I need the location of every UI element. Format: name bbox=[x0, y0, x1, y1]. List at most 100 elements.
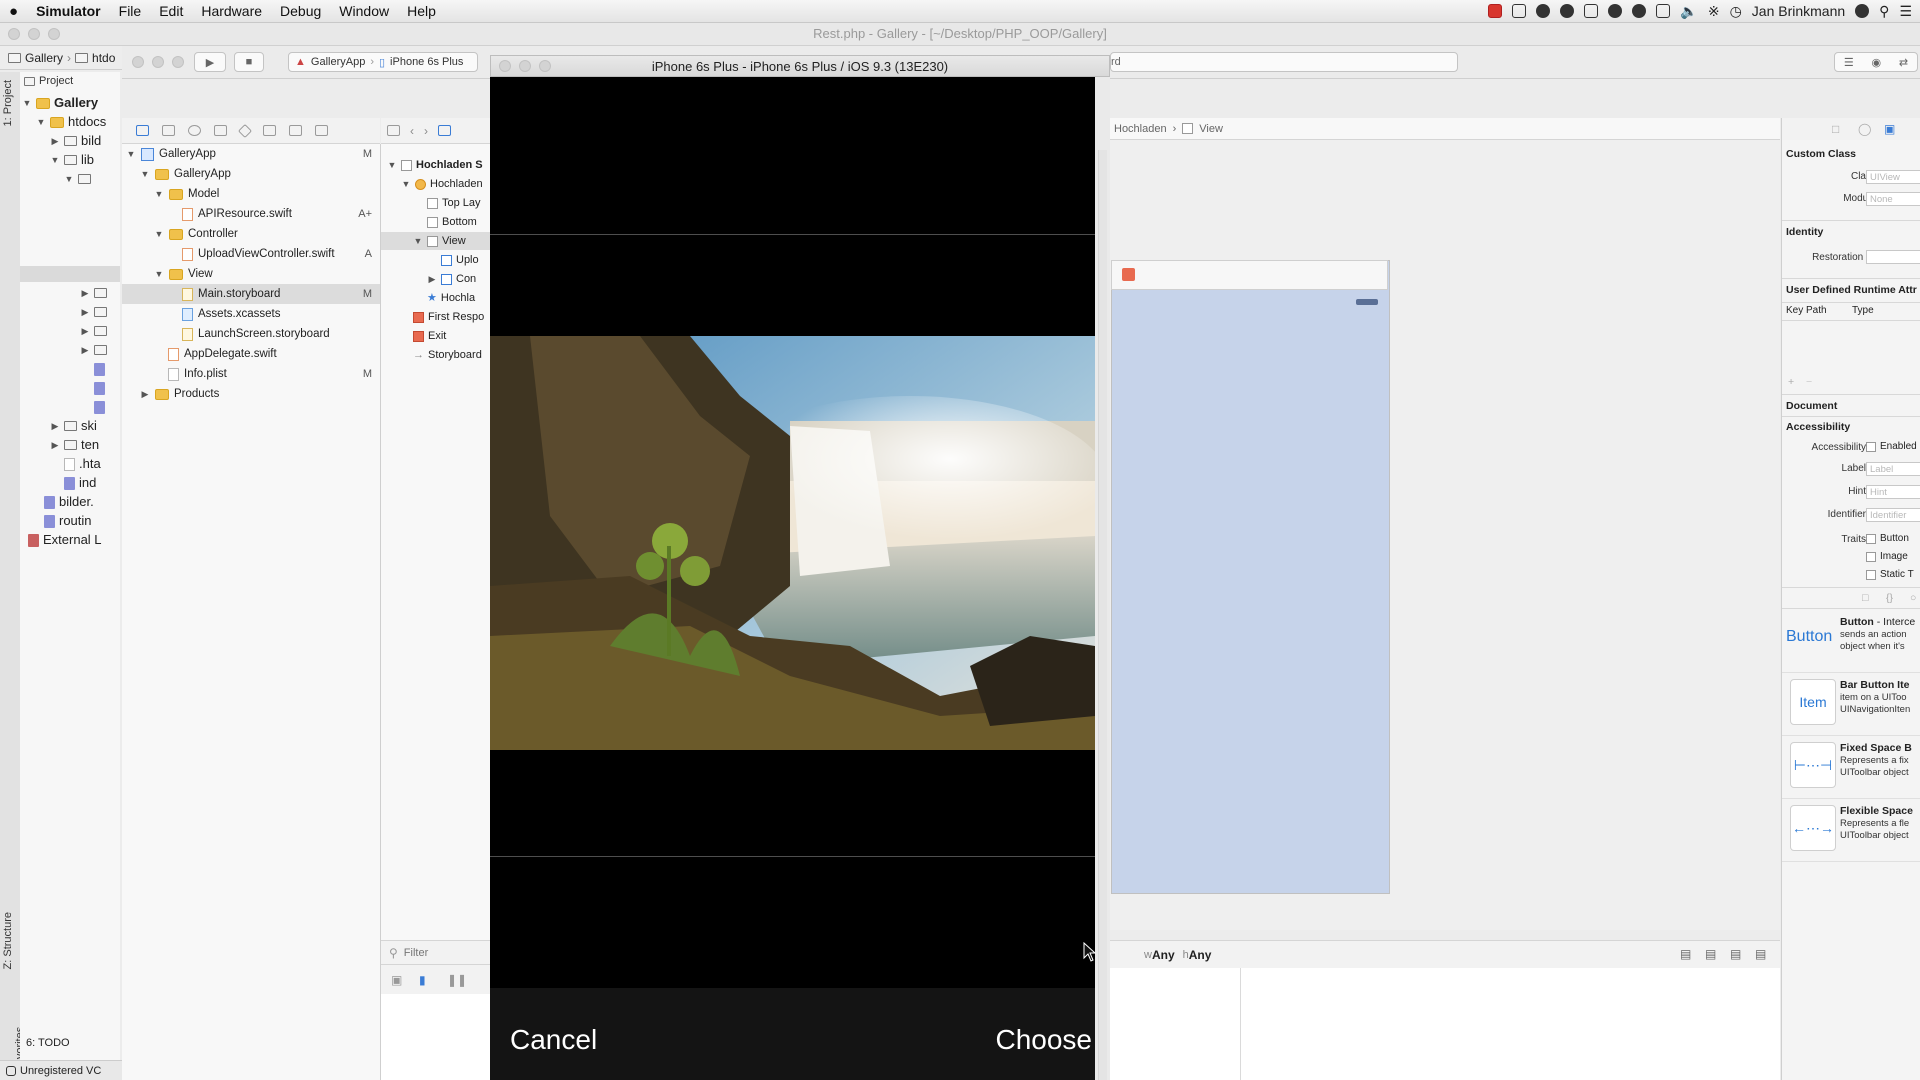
outline-row[interactable]: ★ Hochla bbox=[381, 289, 491, 307]
navigator-row[interactable]: APIResource.swift A+ bbox=[122, 204, 380, 224]
menu-simulator[interactable]: Simulator bbox=[27, 3, 110, 19]
navigator-row[interactable]: AppDelegate.swift bbox=[122, 344, 380, 364]
identity-inspector-icon[interactable]: ▣ bbox=[1884, 122, 1895, 136]
navigator-row-selected[interactable]: Main.storyboard M bbox=[122, 284, 380, 304]
find-navigator-icon[interactable] bbox=[188, 125, 201, 136]
minimize-button[interactable] bbox=[28, 28, 40, 40]
standard-editor-icon[interactable]: ☰ bbox=[1844, 56, 1854, 69]
help-inspector-icon[interactable]: ◯ bbox=[1858, 122, 1871, 136]
expand-right-icon[interactable]: ▶ bbox=[80, 303, 90, 321]
remove-icon[interactable]: − bbox=[1806, 376, 1812, 388]
scheme-selector[interactable]: ▲ GalleryApp › ▯ iPhone 6s Plus bbox=[288, 52, 478, 72]
module-field[interactable]: None bbox=[1866, 192, 1920, 206]
outline-row[interactable]: ▼ Hochladen bbox=[381, 175, 491, 193]
accessibility-label-field[interactable]: Label bbox=[1866, 462, 1920, 476]
expand-down-icon[interactable]: ▼ bbox=[154, 184, 164, 204]
expand-down-icon[interactable]: ▼ bbox=[126, 144, 136, 164]
tree-item[interactable]: ▶ bbox=[80, 303, 107, 321]
expand-right-icon[interactable]: ▶ bbox=[80, 341, 90, 359]
plus-icon[interactable] bbox=[1608, 4, 1623, 18]
code-snippet-icon[interactable]: {} bbox=[1886, 592, 1893, 604]
issue-navigator-icon[interactable] bbox=[214, 125, 227, 136]
apple-icon[interactable]: ● bbox=[0, 3, 27, 20]
spotlight-icon[interactable]: ⚲ bbox=[1879, 3, 1889, 20]
print-icon[interactable] bbox=[1656, 4, 1671, 18]
xcode-minimize-button[interactable] bbox=[152, 56, 164, 68]
tree-item[interactable]: ▼ bbox=[64, 170, 91, 188]
exit-icon[interactable] bbox=[1122, 268, 1135, 281]
cancel-button[interactable]: Cancel bbox=[510, 1024, 597, 1056]
tree-item[interactable]: ind bbox=[64, 474, 96, 492]
navigator-row[interactable]: LaunchScreen.storyboard bbox=[122, 324, 380, 344]
evernote-icon[interactable] bbox=[1584, 4, 1599, 18]
expand-right-icon[interactable]: ▶ bbox=[427, 270, 437, 288]
back-icon[interactable]: ‹ bbox=[410, 124, 414, 138]
tree-item[interactable]: ▶ ten bbox=[50, 436, 100, 454]
navigator-row[interactable]: ▼ GalleryApp bbox=[122, 164, 380, 184]
run-button[interactable]: ▶ bbox=[194, 52, 226, 72]
time-machine-icon[interactable]: ◷ bbox=[1730, 3, 1742, 20]
jumpbar-item-view[interactable]: View bbox=[1199, 123, 1223, 135]
accessibility-hint-field[interactable]: Hint bbox=[1866, 485, 1920, 499]
tab-structure[interactable]: Z: Structure bbox=[2, 912, 14, 969]
user-name[interactable]: Jan Brinkmann bbox=[1752, 3, 1845, 19]
hide-outline-icon[interactable]: ▣ bbox=[391, 973, 402, 987]
expand-down-icon[interactable]: ▼ bbox=[401, 175, 411, 193]
tree-item[interactable]: ▶ bbox=[80, 322, 107, 340]
expand-down-icon[interactable]: ▼ bbox=[413, 232, 423, 250]
align-icon[interactable]: ▤ bbox=[1705, 947, 1716, 961]
outline-row[interactable]: → Storyboard bbox=[381, 346, 491, 364]
expand-down-icon[interactable]: ▼ bbox=[50, 151, 60, 169]
choose-button[interactable]: Choose bbox=[995, 1024, 1092, 1056]
tree-item[interactable]: ▶ bbox=[80, 284, 107, 302]
storyboard-file-icon[interactable] bbox=[438, 125, 451, 136]
library-item-flexible-space[interactable]: ←⋯→ Flexible Space Represents a fle UIToo… bbox=[1782, 799, 1920, 862]
restoration-id-field[interactable] bbox=[1866, 250, 1920, 264]
zoom-button[interactable] bbox=[48, 28, 60, 40]
project-navigator-icon[interactable] bbox=[136, 125, 149, 136]
simulator-close-button[interactable] bbox=[499, 60, 511, 72]
outline-filter-input[interactable] bbox=[401, 945, 476, 960]
tree-item[interactable]: .hta bbox=[64, 455, 101, 473]
library-item-fixed-space[interactable]: ⊢⋯⊣ Fixed Space B Represents a fix UITool… bbox=[1782, 736, 1920, 799]
tag-icon[interactable]: ▮ bbox=[419, 973, 426, 987]
expand-down-icon[interactable]: ▼ bbox=[387, 156, 397, 174]
test-navigator-icon[interactable] bbox=[237, 123, 253, 138]
lock-icon[interactable] bbox=[1855, 4, 1870, 18]
navigator-row[interactable]: Info.plist M bbox=[122, 364, 380, 384]
trait-button-checkbox[interactable]: Button bbox=[1866, 533, 1909, 544]
tree-item[interactable] bbox=[94, 398, 105, 416]
trait-static-text-checkbox[interactable]: Static T bbox=[1866, 569, 1914, 580]
outline-row[interactable]: Top Lay bbox=[381, 194, 491, 212]
volume-icon[interactable]: 🔈 bbox=[1680, 3, 1697, 20]
menu-window[interactable]: Window bbox=[330, 3, 398, 19]
expand-right-icon[interactable]: ▶ bbox=[50, 436, 60, 454]
expand-right-icon[interactable]: ▶ bbox=[140, 384, 150, 404]
add-icon[interactable]: + bbox=[1788, 376, 1794, 388]
expand-right-icon[interactable]: ▶ bbox=[80, 284, 90, 302]
breadcrumb-htdocs[interactable]: htdo bbox=[92, 51, 115, 65]
jumpbar-item-scene[interactable]: Hochladen bbox=[1114, 123, 1167, 135]
grid-icon[interactable] bbox=[387, 125, 400, 136]
record-icon[interactable] bbox=[1488, 4, 1503, 18]
menu-hardware[interactable]: Hardware bbox=[192, 3, 271, 19]
tree-item[interactable]: ▶ ski bbox=[50, 417, 97, 435]
expand-down-icon[interactable]: ▼ bbox=[36, 113, 46, 131]
assistant-editor-icon[interactable]: ◉ bbox=[1872, 56, 1882, 69]
pin-icon[interactable]: ▤ bbox=[1730, 947, 1741, 961]
expand-down-icon[interactable]: ▼ bbox=[22, 94, 32, 112]
tree-item[interactable] bbox=[94, 360, 105, 378]
bluetooth-icon[interactable]: ※ bbox=[1708, 3, 1720, 20]
navigator-row[interactable]: UploadViewController.swift A bbox=[122, 244, 380, 264]
navigator-row[interactable]: ▼ Controller bbox=[122, 224, 380, 244]
navigator-row[interactable]: ▼ Model bbox=[122, 184, 380, 204]
breadcrumb-gallery[interactable]: Gallery bbox=[25, 51, 63, 65]
tree-item[interactable]: ▼ htdocs bbox=[36, 113, 107, 131]
library-item-bar-button[interactable]: Item Bar Button Ite item on a UIToo UINav… bbox=[1782, 673, 1920, 736]
size-class-height[interactable]: Any bbox=[1189, 948, 1212, 962]
outline-row[interactable]: Exit bbox=[381, 327, 491, 345]
expand-down-icon[interactable]: ▼ bbox=[154, 224, 164, 244]
menu-edit[interactable]: Edit bbox=[150, 3, 192, 19]
forward-icon[interactable]: › bbox=[424, 124, 428, 138]
tree-item[interactable]: External L bbox=[28, 531, 102, 549]
